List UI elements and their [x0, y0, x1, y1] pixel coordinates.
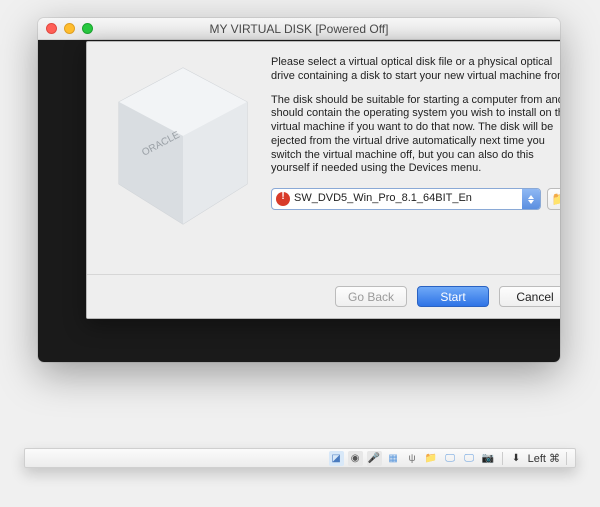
traffic-lights — [38, 23, 93, 34]
zoom-icon[interactable] — [82, 23, 93, 34]
network-icon[interactable]: ▦ — [386, 451, 401, 466]
hard-disk-icon[interactable]: ◪ — [329, 451, 344, 466]
shared-folders-icon[interactable]: 📁 — [424, 451, 439, 466]
camera-icon[interactable]: 📷 — [481, 451, 496, 466]
usb-icon[interactable]: ψ — [405, 451, 420, 466]
optical-drive-icon[interactable]: ◉ — [348, 451, 363, 466]
separator — [502, 452, 503, 465]
go-back-button[interactable]: Go Back — [335, 286, 407, 307]
vm-status-bar: ◪ ◉ 🎤 ▦ ψ 📁 🖵 🖵 📷 ⬇ Left ⌘ — [24, 448, 576, 468]
disk-selector-value: SW_DVD5_Win_Pro_8.1_64BIT_En — [294, 192, 522, 206]
error-icon — [276, 192, 290, 206]
virtualbox-logo: ORACLE — [101, 54, 265, 274]
close-icon[interactable] — [46, 23, 57, 34]
instruction-paragraph-1: Please select a virtual optical disk fil… — [271, 56, 560, 84]
browse-disk-button[interactable]: 📁 — [547, 188, 560, 210]
minimize-icon[interactable] — [64, 23, 75, 34]
start-button[interactable]: Start — [417, 286, 489, 307]
startup-disk-dialog: ORACLE Please select a virtual optical d… — [86, 41, 560, 319]
display-icon[interactable]: 🖵 — [443, 451, 458, 466]
dialog-content: ORACLE Please select a virtual optical d… — [101, 54, 560, 274]
chevron-updown-icon — [522, 189, 540, 209]
dialog-text: Please select a virtual optical disk fil… — [265, 54, 560, 274]
instruction-paragraph-2: The disk should be suitable for starting… — [271, 94, 560, 177]
mouse-integration-icon[interactable]: ⬇ — [509, 451, 524, 466]
window-title: MY VIRTUAL DISK [Powered Off] — [38, 22, 560, 36]
host-key-label: Left ⌘ — [528, 452, 560, 465]
video-capture-icon[interactable]: 🖵 — [462, 451, 477, 466]
disk-selector-row: SW_DVD5_Win_Pro_8.1_64BIT_En 📁 — [271, 188, 560, 210]
audio-icon[interactable]: 🎤 — [367, 451, 382, 466]
cancel-button[interactable]: Cancel — [499, 286, 560, 307]
cube-icon: ORACLE — [109, 62, 257, 230]
separator — [566, 452, 567, 465]
titlebar: MY VIRTUAL DISK [Powered Off] — [38, 18, 560, 40]
disk-selector-dropdown[interactable]: SW_DVD5_Win_Pro_8.1_64BIT_En — [271, 188, 541, 210]
dialog-footer: Go Back Start Cancel — [87, 274, 560, 318]
vm-window: MY VIRTUAL DISK [Powered Off] ORACLE Ple… — [38, 18, 560, 362]
folder-icon: 📁 — [552, 191, 560, 207]
